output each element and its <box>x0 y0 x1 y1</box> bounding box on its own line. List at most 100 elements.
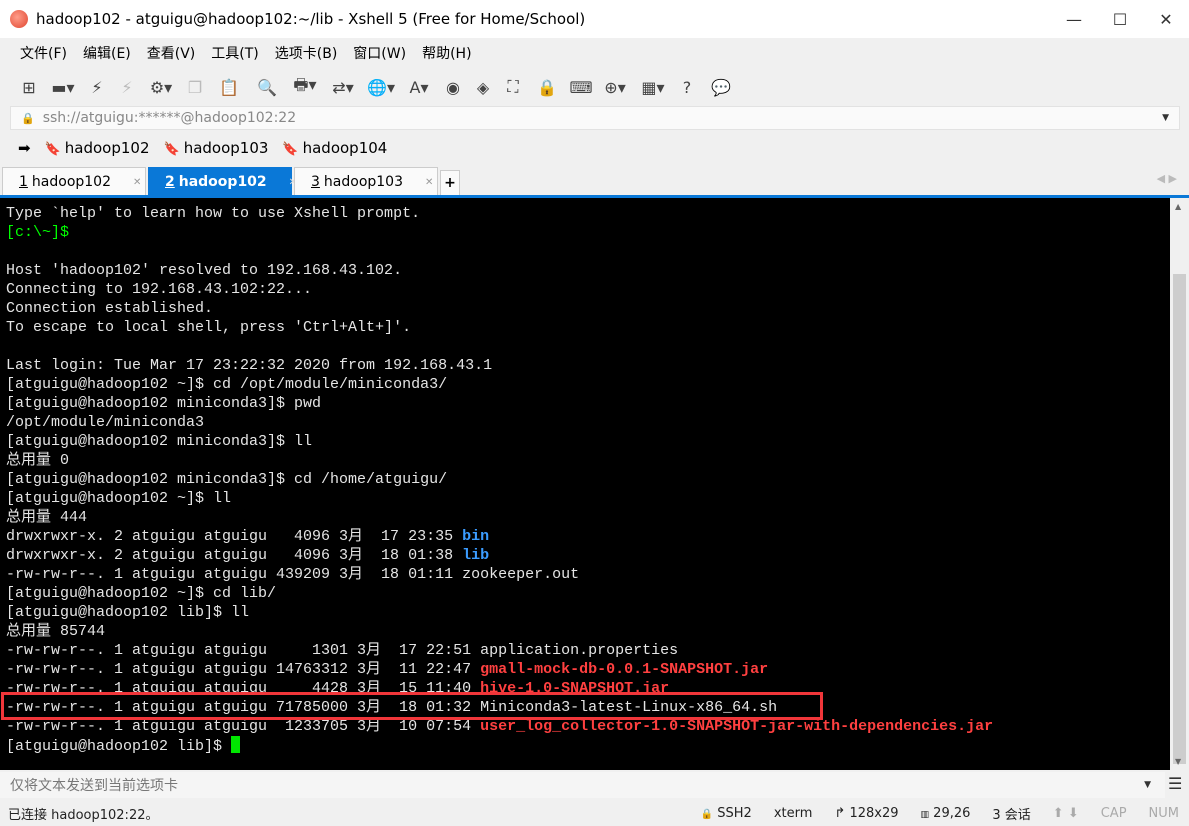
lock-icon[interactable]: 🔒 <box>532 76 562 98</box>
terminal-text-jar: gmall-mock-db-0.0.1-SNAPSHOT.jar <box>480 661 769 678</box>
xshell-icon[interactable]: ◉ <box>442 76 464 98</box>
terminal-text-prompt: [c:\~]$ <box>6 224 70 241</box>
scrollbar-thumb[interactable] <box>1173 274 1186 764</box>
menu-tab[interactable]: 选项卡(B) <box>275 43 338 63</box>
connect-icon[interactable]: ⚡ <box>86 76 108 98</box>
links-bar: ➡ 🔖 hadoop102 🔖 hadoop103 🔖 hadoop104 <box>18 136 387 160</box>
terminal-text: /opt/module/miniconda3 <box>6 414 205 431</box>
menu-edit[interactable]: 编辑(E) <box>83 43 131 63</box>
address-bar[interactable]: 🔒 ssh://atguigu:******@hadoop102:22 ▼ <box>10 106 1180 130</box>
terminal-line: 总用量 85744 <box>6 622 1170 641</box>
window-title: hadoop102 - atguigu@hadoop102:~/lib - Xs… <box>36 10 586 28</box>
compose-input[interactable]: 仅将文本发送到当前选项卡 <box>10 775 178 795</box>
terminal-cursor <box>231 736 241 753</box>
terminal-line: [atguigu@hadoop102 miniconda3]$ cd /home… <box>6 470 1170 489</box>
num-lock-indicator: NUM <box>1148 805 1179 821</box>
scroll-up-icon[interactable]: ▲ <box>1175 202 1181 211</box>
compose-bar[interactable]: 仅将文本发送到当前选项卡 ▼ <box>0 772 1165 798</box>
terminal-text-jar: user_log_collector-1.0-SNAPSHOT-jar-with… <box>480 718 994 735</box>
terminal-line: [c:\~]$ <box>6 223 1170 242</box>
terminal-text: Connection established. <box>6 300 214 317</box>
tab-3[interactable]: 3 hadoop103 ✕ <box>294 167 438 196</box>
terminal-line: /opt/module/miniconda3 <box>6 413 1170 432</box>
terminal-line: [atguigu@hadoop102 miniconda3]$ pwd <box>6 394 1170 413</box>
terminal-line: -rw-rw-r--. 1 atguigu atguigu 439209 3月 … <box>6 565 1170 584</box>
links-icon[interactable]: ➡ <box>18 139 31 157</box>
menu-icon[interactable]: ☰ <box>1168 774 1182 793</box>
tab-close-icon[interactable]: ✕ <box>133 177 141 188</box>
highlight-box <box>1 692 823 720</box>
transfer-icon[interactable]: ⇄▾ <box>328 76 358 98</box>
terminal-text-dir: lib <box>462 547 490 564</box>
dropdown-arrow-icon[interactable]: ▼ <box>1144 780 1151 790</box>
terminal-text: [atguigu@hadoop102 lib]$ ll <box>6 604 250 621</box>
disconnect-icon[interactable]: ⚡ <box>116 76 138 98</box>
font-icon[interactable]: A▾ <box>404 76 434 98</box>
layout-icon[interactable]: ▦▾ <box>638 76 668 98</box>
up-down-arrows-icon[interactable]: ⬆ ⬇ <box>1053 806 1079 821</box>
open-folder-icon[interactable]: ▬▾ <box>48 76 78 98</box>
minimize-button[interactable]: — <box>1051 0 1097 38</box>
menu-view[interactable]: 查看(V) <box>147 43 196 63</box>
terminal-line: [atguigu@hadoop102 lib]$ <box>6 736 1170 755</box>
terminal-line: Type `help' to learn how to use Xshell p… <box>6 204 1170 223</box>
terminal-text: drwxrwxr-x. 2 atguigu atguigu 4096 3月 17… <box>6 528 463 545</box>
terminal-line: 总用量 0 <box>6 451 1170 470</box>
address-value: ssh://atguigu:******@hadoop102:22 <box>42 110 297 126</box>
tab-scroll-arrows-icon[interactable]: ◀ ▶ <box>1157 172 1177 185</box>
terminal-text: 总用量 0 <box>6 452 70 469</box>
terminal-line: -rw-rw-r--. 1 atguigu atguigu 14763312 3… <box>6 660 1170 679</box>
help-icon[interactable]: ? <box>676 76 698 98</box>
close-button[interactable]: ✕ <box>1143 0 1189 38</box>
maximize-button[interactable]: ☐ <box>1097 0 1143 38</box>
terminal-line: [atguigu@hadoop102 miniconda3]$ ll <box>6 432 1170 451</box>
tab-2[interactable]: 2 hadoop102 ✕ <box>148 167 297 196</box>
properties-icon[interactable]: ⚙▾ <box>146 76 176 98</box>
menu-bar: 文件(F) 编辑(E) 查看(V) 工具(T) 选项卡(B) 窗口(W) 帮助(… <box>0 38 1189 68</box>
terminal-text: Type `help' to learn how to use Xshell p… <box>6 205 421 222</box>
terminal-line: drwxrwxr-x. 2 atguigu atguigu 4096 3月 17… <box>6 527 1170 546</box>
xshell-app-icon <box>10 10 28 28</box>
link-hadoop103[interactable]: 🔖 hadoop103 <box>164 139 269 157</box>
link-hadoop104[interactable]: 🔖 hadoop104 <box>282 139 387 157</box>
menu-help[interactable]: 帮助(H) <box>422 43 471 63</box>
lock-icon: 🔒 <box>700 808 714 820</box>
protocol: SSH2 <box>717 805 752 821</box>
cursor-icon: ▥ <box>920 809 930 820</box>
terminal-text: [atguigu@hadoop102 miniconda3]$ pwd <box>6 395 322 412</box>
terminal-line: -rw-rw-r--. 1 atguigu atguigu 1301 3月 17… <box>6 641 1170 660</box>
new-tab-button[interactable]: + <box>440 170 460 196</box>
cursor-position: 29,26 <box>933 805 971 821</box>
terminal-text: Last login: Tue Mar 17 23:22:32 2020 fro… <box>6 357 493 374</box>
terminal-line: [atguigu@hadoop102 ~]$ cd /opt/module/mi… <box>6 375 1170 394</box>
find-icon[interactable]: 🔍 <box>252 76 282 98</box>
xftp-icon[interactable]: ◈ <box>472 76 494 98</box>
print-icon[interactable]: 🖶▾ <box>290 75 320 98</box>
dropdown-arrow-icon[interactable]: ▼ <box>1162 113 1169 123</box>
terminal-text: -rw-rw-r--. 1 atguigu atguigu 439209 3月 … <box>6 566 580 583</box>
tab-close-icon[interactable]: ✕ <box>425 177 433 188</box>
copy-icon[interactable]: ❐ <box>184 76 206 98</box>
session-tabs: 1 hadoop102 ✕ 2 hadoop102 ✕ 3 hadoop103 ✕ + ◀ … <box>0 166 1189 196</box>
paste-icon[interactable]: 📋 <box>214 76 244 98</box>
new-session-icon[interactable]: ⊞ <box>18 76 40 98</box>
terminal-text-dir: bin <box>462 528 490 545</box>
tab-1[interactable]: 1 hadoop102 ✕ <box>2 167 146 196</box>
scroll-down-icon[interactable]: ▼ <box>1175 757 1181 766</box>
lock-icon: 🔒 <box>21 111 35 125</box>
globe-icon[interactable]: 🌐▾ <box>366 76 396 98</box>
terminal-text: [atguigu@hadoop102 lib]$ <box>6 738 232 755</box>
terminal-text: -rw-rw-r--. 1 atguigu atguigu 1233705 3月… <box>6 718 481 735</box>
menu-window[interactable]: 窗口(W) <box>353 43 406 63</box>
terminal-text: [atguigu@hadoop102 miniconda3]$ ll <box>6 433 313 450</box>
terminal-text: [atguigu@hadoop102 miniconda3]$ cd /home… <box>6 471 448 488</box>
terminal-scrollbar[interactable]: ▲ ▼ <box>1170 198 1189 770</box>
link-hadoop102[interactable]: 🔖 hadoop102 <box>45 139 150 157</box>
fullscreen-icon[interactable]: ⛶ <box>502 76 524 98</box>
menu-tools[interactable]: 工具(T) <box>211 43 258 63</box>
chat-icon[interactable]: 💬 <box>706 76 736 98</box>
add-tab-icon[interactable]: ⊕▾ <box>600 76 630 98</box>
terminal[interactable]: Type `help' to learn how to use Xshell p… <box>0 198 1170 770</box>
menu-file[interactable]: 文件(F) <box>20 43 67 63</box>
keyboard-icon[interactable]: ⌨ <box>569 76 592 98</box>
